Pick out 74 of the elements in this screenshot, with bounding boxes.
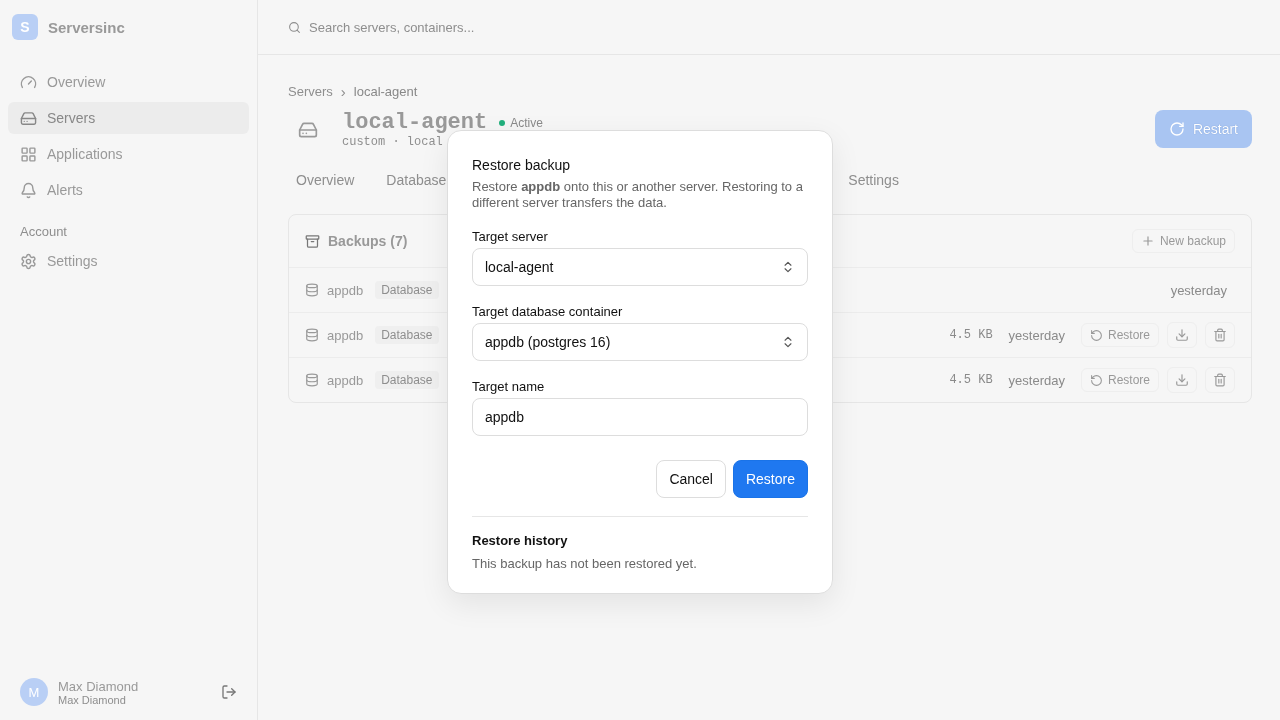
select-field[interactable]: local-agent (472, 248, 808, 286)
field-label: Target server (472, 229, 549, 244)
backup-size: 4.5 KB (949, 373, 993, 387)
trash-icon (1213, 373, 1227, 387)
dialog-title: Restore backup (472, 157, 572, 173)
search-field[interactable]: Search servers, containers... (307, 18, 627, 36)
logo: S (12, 14, 38, 40)
field-label: Target name (472, 379, 546, 394)
new-backup-button[interactable]: New backup (1131, 229, 1235, 253)
delete-button[interactable] (1205, 322, 1235, 348)
sidebar-item[interactable]: Settings (8, 245, 249, 277)
delete-button[interactable] (1205, 367, 1235, 393)
avatar: M (20, 678, 48, 706)
archive-icon (305, 233, 320, 249)
restore-icon (1089, 373, 1103, 387)
tab[interactable]: Database (386, 172, 447, 188)
server-icon (20, 109, 37, 127)
logout-icon[interactable] (221, 684, 237, 700)
server-icon (298, 120, 318, 140)
sidebar-item[interactable]: Alerts (8, 174, 249, 206)
grid-icon (20, 145, 37, 163)
download-icon (1175, 373, 1189, 387)
breadcrumb-link[interactable]: Servers (288, 84, 333, 99)
field-label: Target database container (472, 304, 624, 319)
restore-button[interactable]: Restore (1080, 368, 1159, 392)
user-subtitle: Max Diamond (58, 693, 127, 706)
plus-icon (1140, 234, 1155, 248)
restore-button[interactable]: Restore (1080, 323, 1159, 347)
database-icon (305, 283, 319, 297)
dialog-description: Restore appdb onto this or another server. Restoring to a different server transfers the data. (472, 179, 804, 211)
history-text: This backup has not been restored yet. (472, 556, 698, 571)
sidebar-item[interactable]: Overview (8, 66, 249, 98)
cancel-button[interactable]: Cancel (656, 460, 726, 498)
history-title: Restore history (472, 533, 569, 548)
bell-icon (20, 181, 37, 199)
download-button[interactable] (1167, 367, 1197, 393)
section-label: Account (19, 224, 68, 239)
backup-time: yesterday (1170, 282, 1227, 298)
card-title: Backups (7) (328, 233, 408, 249)
search-icon (288, 20, 301, 34)
input-field[interactable]: appdb (472, 398, 808, 436)
settings-icon (20, 252, 37, 270)
database-icon (305, 328, 319, 342)
type-tag: Database (375, 281, 439, 299)
backup-time: yesterday (1008, 327, 1065, 343)
user-name: Max Diamond (58, 678, 140, 694)
status-label: Active (510, 115, 543, 130)
backup-name: appdb (327, 282, 364, 298)
download-icon (1175, 328, 1189, 342)
type-tag: Database (375, 326, 439, 344)
server-name: local-agent (342, 110, 488, 135)
status-dot (499, 119, 506, 126)
restore-icon (1089, 328, 1103, 342)
tab[interactable]: Overview (296, 172, 355, 188)
backup-size: 4.5 KB (949, 328, 993, 342)
breadcrumb-current: local-agent (353, 84, 418, 99)
backup-time: yesterday (1008, 372, 1065, 388)
brand-name: Serversinc (48, 18, 125, 36)
backup-name: appdb (327, 372, 364, 388)
sidebar-item[interactable]: Applications (8, 138, 249, 170)
sidebar-item[interactable]: Servers (8, 102, 249, 134)
server-subtitle: custom · local (342, 135, 444, 149)
refresh-icon (1168, 121, 1185, 137)
restart-button[interactable]: Restart (1154, 110, 1252, 148)
tab[interactable]: Settings (848, 172, 899, 188)
gauge-icon (20, 73, 37, 91)
download-button[interactable] (1167, 322, 1197, 348)
database-icon (305, 373, 319, 387)
restore-button[interactable]: Restore (732, 460, 808, 498)
type-tag: Database (375, 371, 439, 389)
backup-name: appdb (327, 327, 364, 343)
trash-icon (1213, 328, 1227, 342)
breadcrumb-separator: › (340, 83, 346, 100)
select-field[interactable]: appdb (postgres 16) (472, 323, 808, 361)
